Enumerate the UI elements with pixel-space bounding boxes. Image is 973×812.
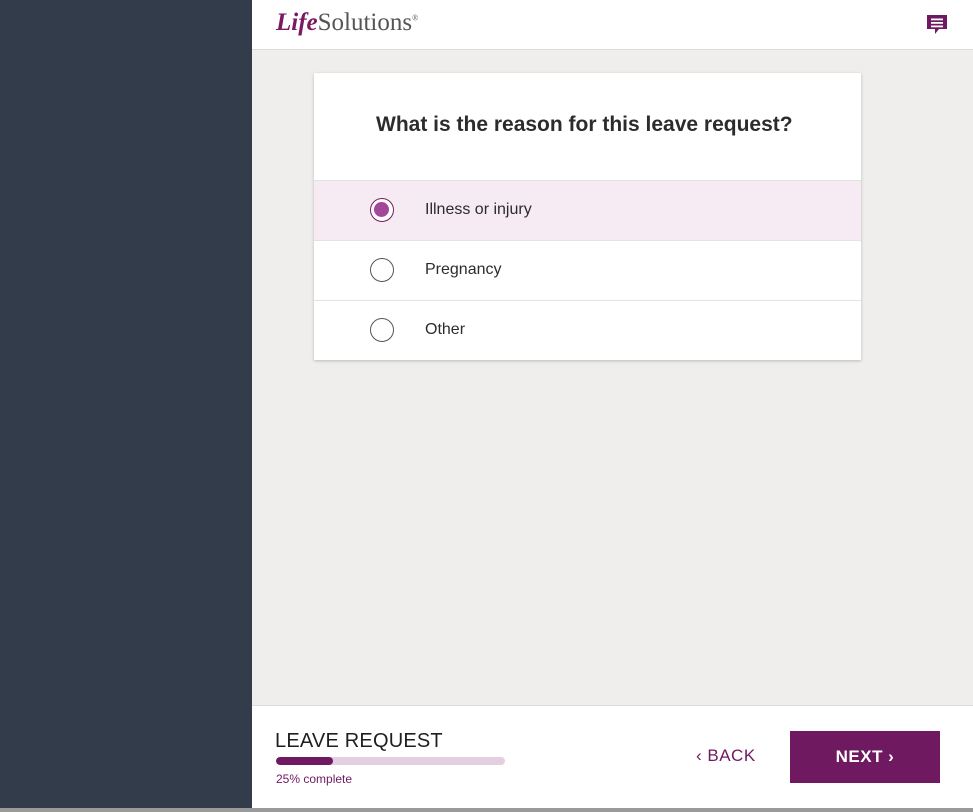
progress-bar-fill — [276, 757, 334, 765]
option-label: Other — [425, 321, 466, 338]
question-heading: What is the reason for this leave reques… — [376, 113, 793, 136]
header-bar: LifeSolutions® — [252, 0, 973, 50]
logo-registered-mark: ® — [412, 13, 419, 23]
option-label: Illness or injury — [425, 201, 532, 218]
logo-life-text: Life — [276, 9, 318, 36]
lifesolutions-logo[interactable]: LifeSolutions® — [276, 9, 418, 37]
footer-bar: LEAVE REQUEST 25% complete ‹ BACK NEXT › — [252, 705, 973, 812]
progress-label: 25% complete — [276, 772, 353, 786]
option-illness-or-injury[interactable]: Illness or injury — [314, 180, 861, 240]
chat-bubble-icon[interactable] — [925, 14, 949, 36]
option-pregnancy[interactable]: Pregnancy — [314, 240, 861, 300]
radio-button[interactable] — [370, 258, 394, 282]
window-bottom-edge — [0, 808, 973, 812]
radio-button-selected[interactable] — [370, 198, 394, 222]
option-label: Pregnancy — [425, 261, 502, 278]
question-card: What is the reason for this leave reques… — [314, 73, 861, 360]
option-other[interactable]: Other — [314, 300, 861, 360]
radio-button[interactable] — [370, 318, 394, 342]
progress-bar — [276, 757, 505, 765]
radio-selected-dot — [374, 202, 389, 217]
next-button[interactable]: NEXT › — [790, 731, 940, 783]
flow-title: LEAVE REQUEST — [275, 730, 443, 752]
back-button[interactable]: ‹ BACK — [696, 746, 756, 766]
main-area: LifeSolutions® What is the reason for th… — [252, 0, 973, 812]
logo-solutions-text: Solutions — [317, 9, 413, 36]
sidebar — [0, 0, 252, 812]
